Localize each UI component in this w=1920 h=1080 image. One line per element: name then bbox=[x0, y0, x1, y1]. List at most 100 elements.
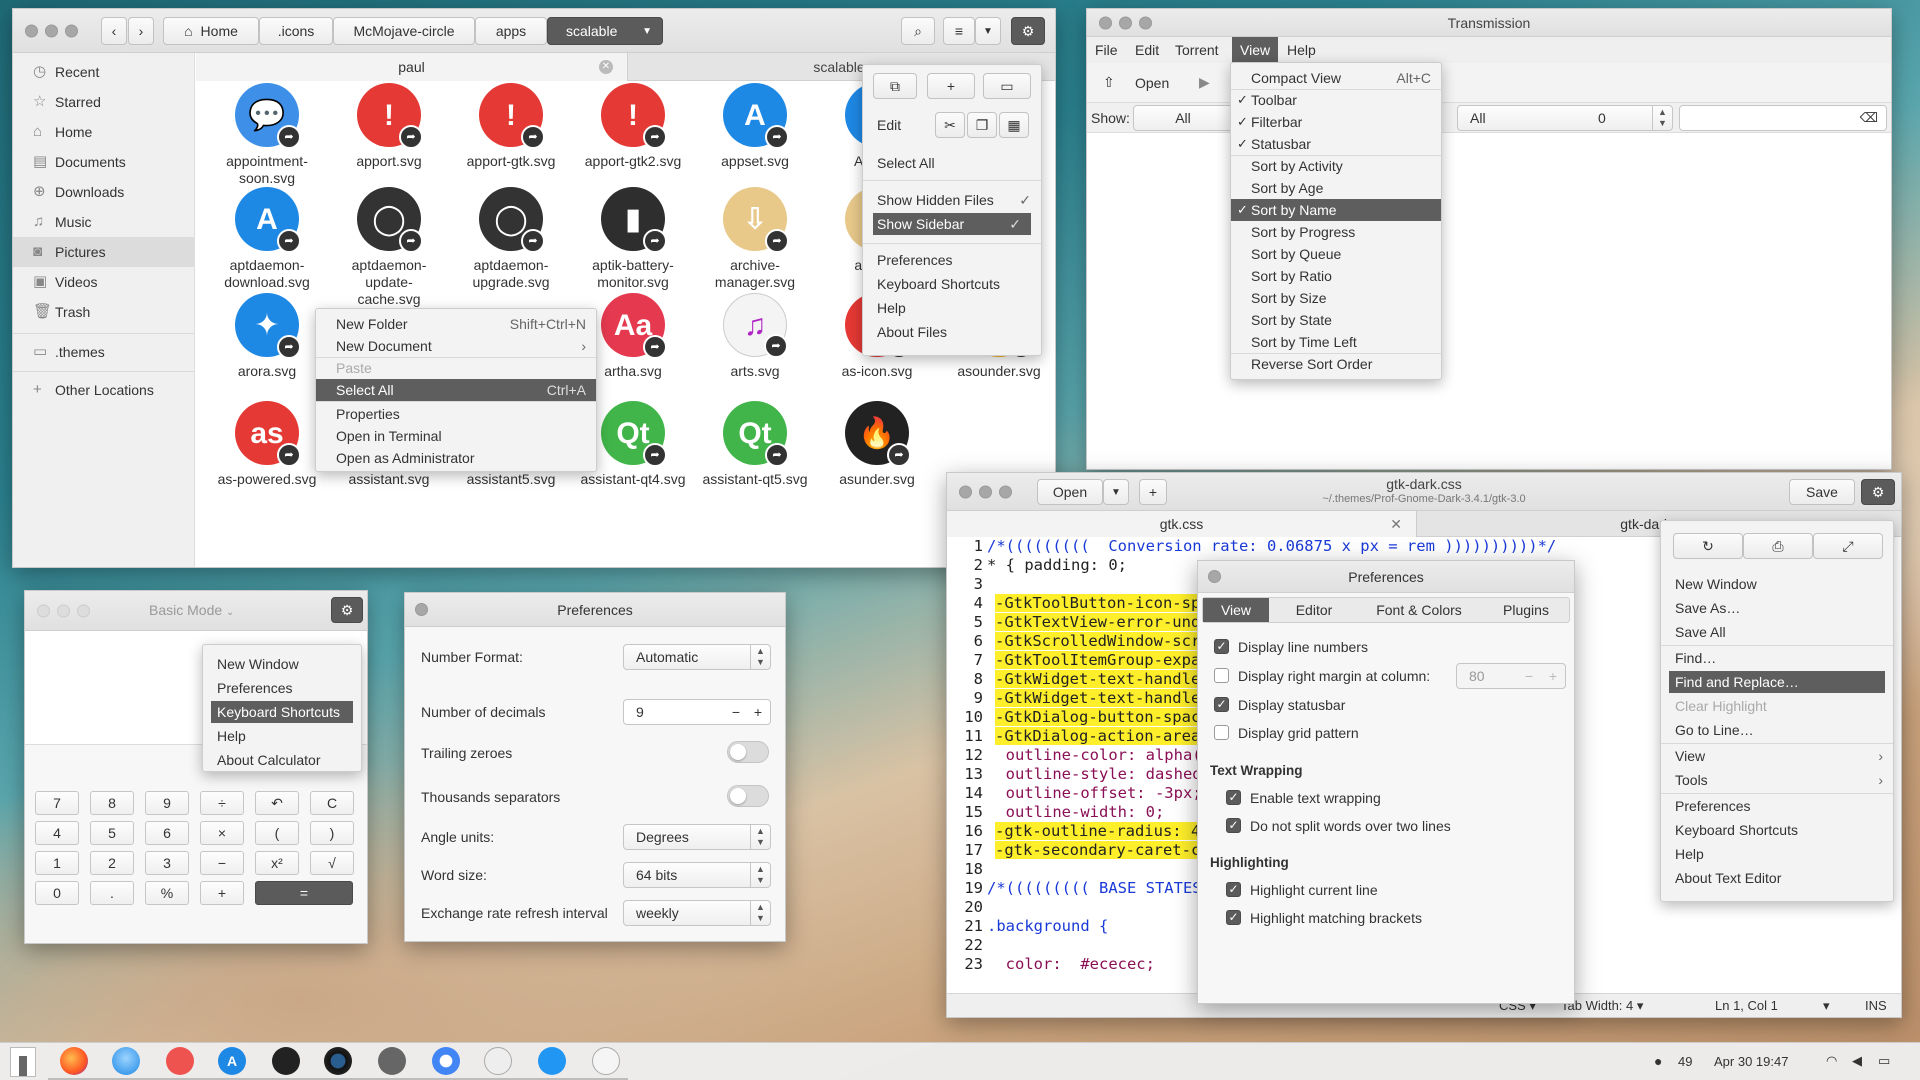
sidebar-item-music[interactable]: ♫ Music bbox=[13, 207, 194, 237]
tracker-filter[interactable]: All 0 ▲ ▼ bbox=[1457, 105, 1673, 131]
calc-key[interactable]: − bbox=[200, 851, 244, 875]
view-menu-item[interactable]: Sort by State bbox=[1231, 309, 1441, 331]
tab-editor[interactable]: Editor bbox=[1269, 598, 1359, 622]
view-menu-item[interactable]: Reverse Sort Order bbox=[1231, 353, 1441, 375]
plus-icon[interactable]: + bbox=[1549, 664, 1557, 688]
sidebar-item-videos[interactable]: ▣ Videos bbox=[13, 267, 194, 297]
calc-key[interactable]: + bbox=[200, 881, 244, 905]
view-menu-item[interactable]: ✓ Filterbar bbox=[1231, 111, 1441, 133]
save-button[interactable]: Save bbox=[1789, 479, 1855, 505]
trailing-zeroes-switch[interactable] bbox=[727, 741, 769, 763]
number-format-select[interactable]: Automatic ▲ ▼ bbox=[623, 644, 771, 670]
word-size-select[interactable]: 64 bits ▲ ▼ bbox=[623, 862, 771, 888]
view-menu-item[interactable]: ✓ Sort by Name bbox=[1231, 199, 1441, 221]
calc-key[interactable]: % bbox=[145, 881, 189, 905]
view-menu-item[interactable]: Sort by Queue bbox=[1231, 243, 1441, 265]
context-menu-item[interactable]: New Folder Shift+Ctrl+N bbox=[316, 313, 596, 335]
path-segment-scalable[interactable]: scalable ▼ bbox=[547, 17, 663, 45]
file-item[interactable]: Qt assistant-qt5.svg bbox=[700, 401, 810, 488]
view-list-button[interactable]: ≡ bbox=[943, 17, 975, 45]
menu-edit[interactable]: Edit bbox=[1135, 42, 1159, 58]
path-segment-mcmojave[interactable]: McMojave-circle bbox=[333, 17, 475, 45]
file-item[interactable]: ▮ aptik-battery-monitor.svg bbox=[578, 187, 688, 291]
file-item[interactable]: ! apport.svg bbox=[334, 83, 444, 170]
context-menu-item[interactable]: Select All Ctrl+A bbox=[316, 379, 596, 401]
calc-key[interactable]: = bbox=[255, 881, 353, 905]
view-menu-item[interactable]: Sort by Ratio bbox=[1231, 265, 1441, 287]
calc-key[interactable]: 4 bbox=[35, 821, 79, 845]
toggle-icon[interactable] bbox=[378, 1047, 406, 1075]
menu-item-keyboard-shortcuts[interactable]: Keyboard Shortcuts bbox=[863, 273, 1041, 295]
back-button[interactable]: ‹ bbox=[101, 17, 127, 45]
minus-icon[interactable]: − bbox=[1525, 664, 1533, 688]
editor-menu-button[interactable]: ⚙ bbox=[1861, 479, 1895, 505]
editor-menu-item[interactable]: Go to Line… bbox=[1661, 719, 1893, 741]
new-folder-button[interactable]: ▭ bbox=[983, 73, 1031, 99]
close-window-button[interactable] bbox=[37, 604, 50, 617]
calc-key[interactable]: . bbox=[90, 881, 134, 905]
volume-icon[interactable]: ◀ bbox=[1852, 1053, 1862, 1069]
copy-button[interactable]: ❐ bbox=[967, 112, 997, 138]
margin-spinner[interactable]: 80− + bbox=[1456, 663, 1566, 689]
tab-paul[interactable]: paul ✕ bbox=[196, 53, 628, 81]
clear-icon[interactable]: ⌫ bbox=[1860, 106, 1878, 130]
battery-icon[interactable]: ▭ bbox=[1878, 1053, 1890, 1069]
editor-menu-item[interactable]: Save As… bbox=[1661, 597, 1893, 619]
right-margin-checkbox[interactable] bbox=[1214, 668, 1229, 683]
cut-button[interactable]: ✂ bbox=[935, 112, 965, 138]
new-tab-button[interactable]: + bbox=[927, 73, 975, 99]
wifi-icon[interactable]: ◠ bbox=[1826, 1053, 1837, 1069]
editor-menu-item[interactable]: View › bbox=[1661, 745, 1893, 767]
activities-icon[interactable] bbox=[10, 1047, 36, 1077]
clock[interactable]: Apr 30 19:47 bbox=[1714, 1054, 1788, 1069]
fullscreen-button[interactable]: ⤢ bbox=[1813, 533, 1883, 559]
sidebar-item-other-locations[interactable]: + Other Locations bbox=[13, 375, 194, 405]
file-item[interactable]: 🔥 asunder.svg bbox=[822, 401, 932, 488]
calc-key[interactable]: ↶ bbox=[255, 791, 299, 815]
calc-key[interactable]: × bbox=[200, 821, 244, 845]
menu-item-preferences[interactable]: Preferences bbox=[863, 249, 1041, 271]
menu-item-about[interactable]: About Files bbox=[863, 321, 1041, 343]
file-item[interactable]: ! apport-gtk2.svg bbox=[578, 83, 688, 170]
calc-key[interactable]: x² bbox=[255, 851, 299, 875]
menu-file[interactable]: File bbox=[1095, 42, 1118, 58]
mode-selector[interactable]: Basic Mode ⌄ bbox=[149, 602, 234, 618]
view-menu-item[interactable]: Sort by Age bbox=[1231, 177, 1441, 199]
sidebar-item-recent[interactable]: ◷ Recent bbox=[13, 57, 194, 87]
cursor-position[interactable]: Ln 1, Col 1 bbox=[1715, 998, 1778, 1013]
thousands-switch[interactable] bbox=[727, 785, 769, 807]
editor-menu-item[interactable]: About Text Editor bbox=[1661, 867, 1893, 889]
menu-torrent[interactable]: Torrent bbox=[1175, 42, 1219, 58]
sidebar-item-downloads[interactable]: ⊕ Downloads bbox=[13, 177, 194, 207]
editor-menu-item[interactable]: Preferences bbox=[1661, 795, 1893, 817]
start-icon[interactable]: ▶ bbox=[1199, 74, 1210, 91]
menu-item-help[interactable]: Help bbox=[863, 297, 1041, 319]
terminal-icon[interactable] bbox=[272, 1047, 300, 1075]
calc-menu-button[interactable]: ⚙ bbox=[331, 597, 363, 623]
editor-menu-item[interactable]: Tools › bbox=[1661, 769, 1893, 791]
calc-key[interactable]: ( bbox=[255, 821, 299, 845]
position-dropdown-icon[interactable]: ▾ bbox=[1823, 998, 1830, 1014]
path-home-button[interactable]: ⌂ Home bbox=[163, 17, 259, 45]
view-menu-item[interactable]: Sort by Size bbox=[1231, 287, 1441, 309]
calc-key[interactable]: 7 bbox=[35, 791, 79, 815]
file-item[interactable]: ♫ arts.svg bbox=[700, 293, 810, 380]
view-menu-item[interactable]: Sort by Progress bbox=[1231, 221, 1441, 243]
inkscape-icon[interactable] bbox=[484, 1047, 512, 1075]
maximize-window-button[interactable] bbox=[65, 24, 78, 37]
editor-menu-item[interactable]: Save All bbox=[1661, 621, 1893, 643]
safari-icon[interactable] bbox=[538, 1047, 566, 1075]
activity-filter[interactable]: All bbox=[1133, 105, 1233, 131]
grid-checkbox[interactable] bbox=[1214, 725, 1229, 740]
menu-item-new-window[interactable]: New Window bbox=[203, 653, 361, 675]
sidebar-item-home[interactable]: ⌂ Home bbox=[13, 117, 194, 147]
screenshot-icon[interactable] bbox=[324, 1047, 352, 1075]
menu-view[interactable]: View bbox=[1232, 37, 1279, 63]
file-item[interactable]: ✦ arora.svg bbox=[212, 293, 322, 380]
calc-key[interactable]: 6 bbox=[145, 821, 189, 845]
decimals-spinner[interactable]: 9− + bbox=[623, 699, 771, 725]
calc-key[interactable]: 2 bbox=[90, 851, 134, 875]
file-item[interactable]: 💬 appointment-soon.svg bbox=[212, 83, 322, 187]
files-icon[interactable] bbox=[112, 1047, 140, 1075]
minimize-window-button[interactable] bbox=[45, 24, 58, 37]
